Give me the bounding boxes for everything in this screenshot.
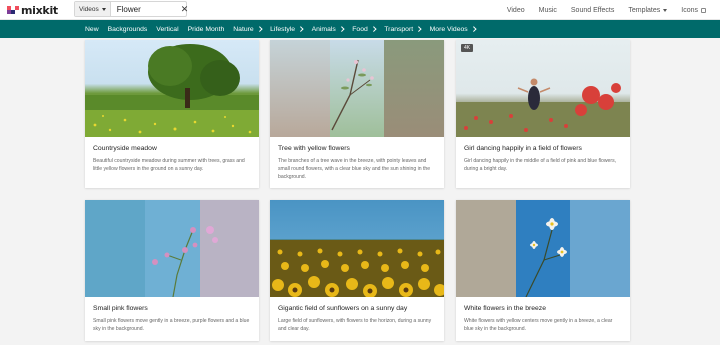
chevron-right-icon <box>298 26 304 32</box>
category-pride-month[interactable]: Pride Month <box>188 26 225 33</box>
pink-flowers-scene <box>85 200 259 297</box>
search-category-dropdown[interactable]: Videos <box>75 2 111 16</box>
search-box: Videos ✕ <box>74 1 189 17</box>
chevron-right-icon <box>256 26 262 32</box>
video-title[interactable]: Gigantic field of sunflowers on a sunny … <box>278 305 407 312</box>
video-description: Beautiful countryside meadow during summ… <box>93 158 245 172</box>
category-label: Transport <box>384 25 414 33</box>
nav-icons-label: Icons <box>681 6 698 14</box>
external-link-icon <box>701 7 706 13</box>
video-description: Small pink flowers move gently in a bree… <box>93 318 250 332</box>
category-transport[interactable]: Transport <box>384 25 422 33</box>
nav-icons[interactable]: Icons <box>681 7 706 14</box>
video-description: Girl dancing happily in the middle of a … <box>464 158 617 172</box>
nav-templates-label: Templates <box>628 6 661 14</box>
category-lifestyle[interactable]: Lifestyle <box>270 25 304 33</box>
category-animals[interactable]: Animals <box>311 25 345 33</box>
video-card[interactable]: Tree with yellow flowers The branches of… <box>270 40 444 188</box>
chevron-right-icon <box>339 26 345 32</box>
video-description: White flowers with yellow centers move g… <box>464 318 613 332</box>
nav-music-label: Music <box>538 6 557 14</box>
girl-dancing-scene <box>456 78 630 137</box>
category-label: Vertical <box>156 25 179 33</box>
nav-sound-effects-label: Sound Effects <box>570 6 615 14</box>
search-input[interactable] <box>116 4 179 14</box>
nav-templates[interactable]: Templates <box>628 6 668 14</box>
white-flowers-scene <box>456 200 630 297</box>
nav-music[interactable]: Music <box>539 7 557 14</box>
quality-badge: 4K <box>461 44 474 52</box>
category-nature[interactable]: Nature <box>233 25 262 33</box>
video-card[interactable]: White flowers in the breeze White flower… <box>456 200 630 341</box>
video-thumbnail[interactable] <box>270 200 444 297</box>
category-label: New <box>85 25 99 33</box>
top-header: mixkit Videos ✕ Video Music Sound Effect… <box>0 0 720 20</box>
video-description: Large field of sunflowers, with flowers … <box>278 318 432 332</box>
chevron-right-icon <box>470 26 476 32</box>
chevron-down-icon <box>101 7 106 11</box>
chevron-right-icon <box>416 26 422 32</box>
category-vertical[interactable]: Vertical <box>156 26 178 33</box>
video-title[interactable]: Girl dancing happily in a field of flowe… <box>464 145 582 152</box>
tree-flowers-scene <box>270 40 444 137</box>
category-label: Animals <box>311 25 336 33</box>
video-card[interactable]: 4K Girl dancing happily in a field of fl… <box>456 40 630 188</box>
category-food[interactable]: Food <box>352 25 377 33</box>
video-title[interactable]: Small pink flowers <box>93 305 148 312</box>
meadow-scene <box>85 44 259 137</box>
category-bar: New Backgrounds Vertical Pride Month Nat… <box>0 20 720 38</box>
video-description: The branches of a tree wave in the breez… <box>278 158 431 180</box>
video-title[interactable]: Countryside meadow <box>93 145 157 152</box>
video-thumbnail[interactable] <box>456 200 630 297</box>
video-card[interactable]: Gigantic field of sunflowers on a sunny … <box>270 200 444 341</box>
logo-mark-icon <box>7 6 19 14</box>
top-nav: Video Music Sound Effects Templates Icon… <box>507 0 720 20</box>
chevron-down-icon <box>663 8 668 12</box>
close-icon[interactable]: ✕ <box>181 4 189 14</box>
category-backgrounds[interactable]: Backgrounds <box>108 26 148 33</box>
category-more-videos[interactable]: More Videos <box>430 26 476 33</box>
video-card[interactable]: Countryside meadow Beautiful countryside… <box>85 40 259 188</box>
search-category-label: Videos <box>79 5 99 13</box>
category-label: Pride Month <box>187 25 225 33</box>
video-thumbnail[interactable] <box>85 200 259 297</box>
video-card[interactable]: Small pink flowers Small pink flowers mo… <box>85 200 259 341</box>
mixkit-logo[interactable]: mixkit <box>7 3 58 17</box>
chevron-right-icon <box>371 26 377 32</box>
video-title[interactable]: Tree with yellow flowers <box>278 145 350 152</box>
category-label: More Videos <box>429 25 468 33</box>
video-title[interactable]: White flowers in the breeze <box>464 305 546 312</box>
nav-sound-effects[interactable]: Sound Effects <box>571 7 614 14</box>
logo-text: mixkit <box>21 3 58 17</box>
sunflower-field-scene <box>270 240 444 297</box>
nav-video-label: Video <box>506 6 525 14</box>
video-thumbnail[interactable] <box>270 40 444 137</box>
video-thumbnail[interactable] <box>85 40 259 137</box>
nav-video[interactable]: Video <box>507 7 525 14</box>
video-thumbnail[interactable]: 4K <box>456 40 630 137</box>
category-label: Nature <box>233 25 254 33</box>
category-label: Backgrounds <box>107 25 148 33</box>
category-label: Food <box>352 25 368 33</box>
category-label: Lifestyle <box>270 25 296 33</box>
category-new[interactable]: New <box>85 26 99 33</box>
